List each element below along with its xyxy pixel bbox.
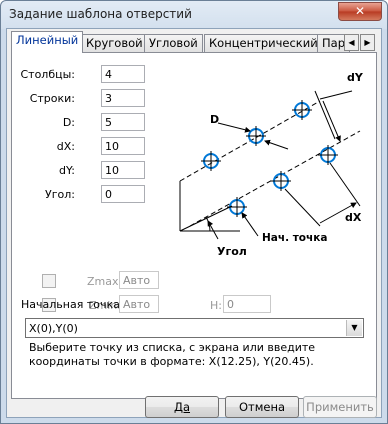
start-point-combo[interactable]: X(0),Y(0) ▼ [25, 318, 364, 338]
angle-label: Угол: [45, 188, 75, 201]
tab-parallelogram-label: Пар [322, 36, 345, 50]
zmax-checkbox[interactable] [42, 274, 56, 288]
h-label: H: [210, 299, 222, 312]
tab-scroll-left-icon[interactable]: ◀ [344, 34, 359, 51]
cancel-button-label: Отмена [238, 400, 286, 414]
close-button[interactable]: ✕ [338, 2, 382, 21]
diagram-label-dx: dX [345, 211, 362, 224]
tab-concentric-label: Концентрический [209, 36, 318, 50]
columns-input[interactable]: 4 [101, 65, 145, 83]
apply-button-label: Применить [306, 400, 374, 414]
start-point-hint: Выберите точку из списка, с экрана или в… [29, 341, 316, 368]
diagram-label-d: D [210, 113, 219, 126]
pattern-diagram: D dY dX Нач. точка Угол [179, 71, 364, 241]
tab-scroll-right-icon[interactable]: ▶ [360, 34, 375, 51]
close-icon: ✕ [354, 4, 366, 18]
diagram-label-start: Нач. точка [262, 232, 327, 241]
tab-scroll-buttons: ◀ ▶ [343, 34, 375, 51]
tab-strip: Линейный Круговой Угловой Концентрически… [11, 31, 377, 53]
window-title: Задание шаблона отверстий [9, 7, 192, 21]
zmax-input[interactable]: Авто [119, 271, 159, 289]
tab-angular-label: Угловой [149, 36, 198, 50]
dialog-client: Линейный Круговой Угловой Концентрически… [6, 28, 382, 418]
h-input[interactable]: 0 [223, 295, 271, 313]
diagram-label-dy: dY [347, 71, 364, 84]
diameter-input[interactable]: 5 [101, 113, 145, 131]
tab-linear-label: Линейный [16, 33, 79, 47]
apply-button[interactable]: Применить [303, 396, 377, 418]
dx-label: dX: [56, 140, 75, 153]
tab-linear[interactable]: Линейный [11, 31, 84, 53]
start-point-section-label: Начальная точка [21, 298, 120, 311]
chevron-down-icon[interactable]: ▼ [346, 320, 362, 336]
hole-icon [201, 100, 338, 217]
ok-button[interactable]: Да [145, 396, 219, 418]
rows-label: Строки: [29, 92, 75, 105]
dy-label: dY: [59, 164, 75, 177]
tab-concentric[interactable]: Концентрический [204, 34, 323, 52]
diagram-angle-caption: Угол [217, 245, 247, 258]
tab-circular[interactable]: Круговой [81, 34, 148, 52]
ok-button-label: Да [173, 400, 191, 414]
titlebar: Задание шаблона отверстий ✕ [1, 1, 387, 28]
dx-input[interactable]: 10 [101, 137, 145, 155]
diameter-label: D: [62, 116, 75, 129]
dy-input[interactable]: 10 [101, 161, 145, 179]
zmax-label: Zmax: [87, 275, 123, 288]
dialog-window: Задание шаблона отверстий ✕ Линейный Кру… [0, 0, 388, 424]
columns-label: Столбцы: [20, 68, 75, 81]
angle-input[interactable]: 0 [101, 185, 145, 203]
tab-angular[interactable]: Угловой [144, 34, 203, 52]
rows-input[interactable]: 3 [101, 89, 145, 107]
cancel-button[interactable]: Отмена [225, 396, 299, 418]
start-point-value: X(0),Y(0) [29, 322, 78, 335]
zmin-input[interactable]: Авто [119, 295, 159, 313]
tab-circular-label: Круговой [86, 36, 143, 50]
